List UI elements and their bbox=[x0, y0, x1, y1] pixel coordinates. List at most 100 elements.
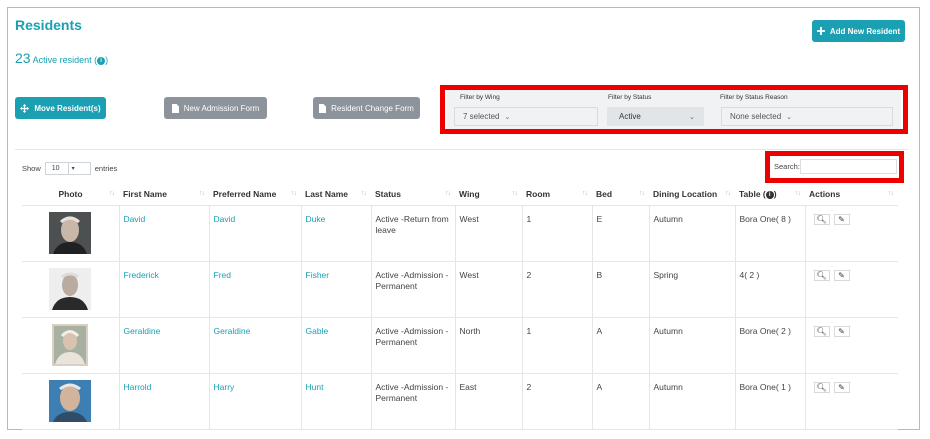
last-name-cell[interactable]: Fisher bbox=[301, 261, 372, 318]
count-number: 23 bbox=[15, 50, 31, 66]
entries-select[interactable]: 10 ▾ bbox=[44, 162, 91, 175]
bed-cell: B bbox=[592, 261, 650, 318]
column-header-label: Status bbox=[375, 189, 401, 200]
preferred-name-link[interactable]: David bbox=[214, 214, 236, 224]
column-header-photo[interactable]: Photo ↑↓ bbox=[22, 184, 119, 206]
column-header-label: Bed bbox=[596, 189, 613, 200]
first-name-link[interactable]: Geraldine bbox=[124, 326, 161, 336]
add-new-resident-button[interactable]: Add New Resident bbox=[812, 20, 905, 42]
table-cell: Bora One( 1 ) bbox=[735, 373, 806, 430]
column-header-wing[interactable]: Wing ↑↓ bbox=[455, 184, 522, 206]
last-name-cell[interactable]: Gable bbox=[301, 317, 372, 374]
photo-cell bbox=[22, 261, 120, 318]
first-name-cell[interactable]: Harrold bbox=[119, 373, 210, 430]
last-name-cell[interactable]: Hunt bbox=[301, 373, 372, 430]
column-header-label: Wing bbox=[459, 189, 480, 200]
sort-icon: ↑↓ bbox=[639, 190, 645, 197]
resident-photo[interactable] bbox=[49, 211, 92, 254]
sort-icon: ↑↓ bbox=[512, 190, 518, 197]
actions-cell: 🔍︎ ✎ bbox=[805, 373, 898, 430]
document-icon bbox=[171, 103, 179, 113]
sort-icon: ↑↓ bbox=[445, 190, 451, 197]
column-header-preferred-name[interactable]: Preferred Name ↑↓ bbox=[209, 184, 301, 206]
preferred-name-cell[interactable]: Geraldine bbox=[209, 317, 302, 374]
column-header-label: Preferred Name bbox=[213, 189, 277, 200]
sort-icon: ↑↓ bbox=[199, 190, 205, 197]
last-name-link[interactable]: Duke bbox=[306, 214, 326, 224]
search-icon[interactable]: 🔍︎ bbox=[813, 381, 830, 393]
resident-photo[interactable] bbox=[49, 267, 92, 310]
sort-icon: ↑↓ bbox=[582, 190, 588, 197]
active-resident-count: 23 Active resident (i) bbox=[15, 50, 108, 66]
room-cell: 2 bbox=[522, 261, 593, 318]
column-header-room[interactable]: Room ↑↓ bbox=[522, 184, 592, 206]
bed-cell: A bbox=[592, 373, 650, 430]
wing-cell: North bbox=[455, 317, 523, 374]
search-icon[interactable]: 🔍︎ bbox=[813, 325, 830, 337]
actions-cell: 🔍︎ ✎ bbox=[805, 261, 898, 318]
bed-cell: E bbox=[592, 205, 650, 262]
resident-photo[interactable] bbox=[49, 323, 91, 366]
preferred-name-cell[interactable]: Harry bbox=[209, 373, 302, 430]
first-name-cell[interactable]: Geraldine bbox=[119, 317, 210, 374]
last-name-cell[interactable]: Duke bbox=[301, 205, 372, 262]
column-header-bed[interactable]: Bed ↑↓ bbox=[592, 184, 649, 206]
edit-icon[interactable]: ✎ bbox=[833, 381, 850, 393]
edit-icon[interactable]: ✎ bbox=[833, 325, 850, 337]
dropdown-arrow-icon: ▾ bbox=[71, 166, 75, 172]
status-cell: Active -Admission - Permanent bbox=[371, 373, 456, 430]
photo-cell bbox=[22, 317, 120, 374]
table-header-row: Photo ↑↓ First Name ↑↓ Preferred Name ↑↓ La… bbox=[22, 184, 898, 206]
table-row: Frederick Fred Fisher Active -Admission … bbox=[22, 261, 898, 318]
search-label: Search: bbox=[774, 162, 800, 171]
column-header-first-name[interactable]: First Name ↑↓ bbox=[119, 184, 209, 206]
column-header-label: Photo bbox=[58, 189, 83, 200]
first-name-cell[interactable]: Frederick bbox=[119, 261, 210, 318]
first-name-link[interactable]: Frederick bbox=[124, 270, 159, 280]
search-input[interactable] bbox=[800, 159, 897, 174]
actions-cell: 🔍︎ ✎ bbox=[805, 205, 898, 262]
column-header-last-name[interactable]: Last Name ↑↓ bbox=[301, 184, 371, 206]
info-icon[interactable]: i bbox=[97, 57, 106, 65]
search-icon[interactable]: 🔍︎ bbox=[813, 213, 830, 225]
dining-location-cell: Autumn bbox=[649, 205, 736, 262]
column-header-dining-location[interactable]: Dining Location ↑↓ bbox=[649, 184, 735, 206]
edit-icon[interactable]: ✎ bbox=[833, 213, 850, 225]
photo-cell bbox=[22, 373, 120, 430]
first-name-link[interactable]: David bbox=[124, 214, 146, 224]
column-header-status[interactable]: Status ↑↓ bbox=[371, 184, 455, 206]
edit-icon[interactable]: ✎ bbox=[833, 269, 850, 281]
room-cell: 1 bbox=[522, 317, 593, 374]
wing-cell: West bbox=[455, 261, 523, 318]
column-header-table[interactable]: Table (i) ↑↓ bbox=[735, 184, 805, 206]
move-residents-button[interactable]: Move Resident(s) bbox=[15, 97, 106, 119]
resident-change-form-button[interactable]: Resident Change Form bbox=[313, 97, 420, 119]
preferred-name-cell[interactable]: David bbox=[209, 205, 302, 262]
last-name-link[interactable]: Fisher bbox=[306, 270, 330, 280]
first-name-link[interactable]: Harrold bbox=[124, 382, 152, 392]
sort-icon: ↑↓ bbox=[795, 190, 801, 197]
room-cell: 2 bbox=[522, 373, 593, 430]
dining-location-cell: Autumn bbox=[649, 373, 736, 430]
move-icon bbox=[20, 103, 30, 113]
search-icon[interactable]: 🔍︎ bbox=[813, 269, 830, 281]
column-header-label: Last Name bbox=[305, 189, 348, 200]
preferred-name-link[interactable]: Geraldine bbox=[214, 326, 251, 336]
column-header-label: Actions bbox=[809, 189, 841, 200]
column-header-label: Dining Location bbox=[653, 189, 718, 200]
info-icon[interactable]: i bbox=[765, 191, 774, 200]
first-name-cell[interactable]: David bbox=[119, 205, 210, 262]
preferred-name-link[interactable]: Fred bbox=[214, 270, 231, 280]
preferred-name-link[interactable]: Harry bbox=[214, 382, 235, 392]
new-admission-form-button[interactable]: New Admission Form bbox=[164, 97, 267, 119]
room-cell: 1 bbox=[522, 205, 593, 262]
page-title: Residents bbox=[15, 17, 82, 33]
select-separator bbox=[67, 163, 69, 174]
last-name-link[interactable]: Gable bbox=[306, 326, 329, 336]
last-name-link[interactable]: Hunt bbox=[306, 382, 324, 392]
count-suffix: ) bbox=[105, 55, 109, 65]
resident-photo[interactable] bbox=[49, 379, 92, 422]
count-label: Active resident ( bbox=[32, 55, 98, 65]
bed-cell: A bbox=[592, 317, 650, 374]
preferred-name-cell[interactable]: Fred bbox=[209, 261, 302, 318]
